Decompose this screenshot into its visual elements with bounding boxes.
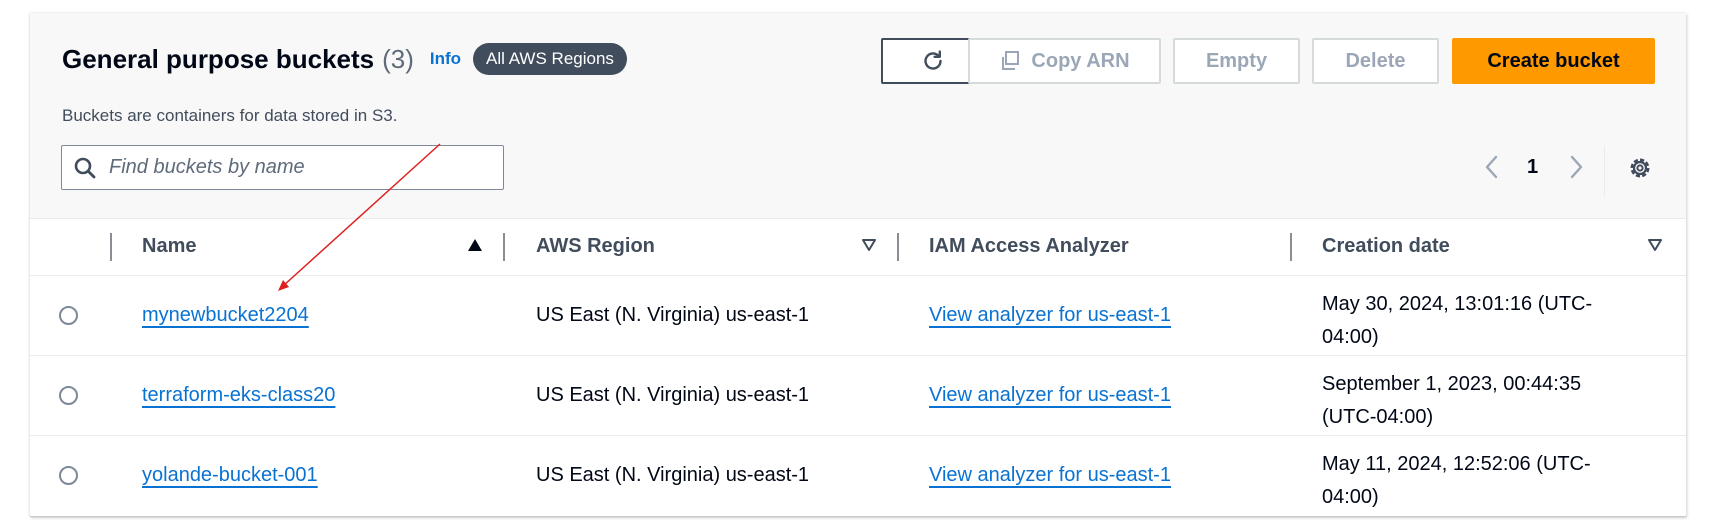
info-link[interactable]: Info [430, 49, 461, 69]
bucket-region: US East (N. Virginia) us-east-1 [536, 384, 810, 406]
page-title: General purpose buckets [62, 43, 375, 74]
column-divider[interactable] [1290, 233, 1292, 261]
next-page-button[interactable] [1566, 152, 1586, 182]
pager-divider [1604, 146, 1605, 196]
bucket-name-link[interactable]: mynewbucket2204 [142, 304, 309, 327]
column-divider[interactable] [897, 233, 899, 261]
creation-date: September 1, 2023, 00:44:35 (UTC-04:00) [1322, 368, 1632, 434]
column-header-creation-date[interactable]: Creation date [1322, 235, 1450, 258]
column-header-name[interactable]: Name [142, 235, 196, 258]
row-select-radio[interactable] [59, 306, 78, 325]
bucket-name-link[interactable]: terraform-eks-class20 [142, 384, 335, 407]
creation-date: May 11, 2024, 12:52:06 (UTC- 04:00) [1322, 448, 1632, 514]
chevron-right-icon [1570, 155, 1583, 179]
settings-gear-icon [1630, 158, 1650, 178]
search-icon [73, 156, 97, 180]
row-select-radio[interactable] [59, 386, 78, 405]
current-page-number[interactable]: 1 [1527, 156, 1538, 179]
delete-label: Delete [1345, 49, 1406, 72]
table-row[interactable]: yolande-bucket-001 US East (N. Virginia)… [30, 435, 1686, 516]
all-regions-badge[interactable]: All AWS Regions [473, 43, 627, 75]
column-header-region[interactable]: AWS Region [536, 235, 655, 258]
bucket-name-link[interactable]: yolande-bucket-001 [142, 464, 318, 487]
chevron-left-icon [1485, 155, 1498, 179]
delete-button[interactable]: Delete [1312, 38, 1439, 84]
copy-icon [999, 50, 1021, 72]
column-header-access-analyzer: IAM Access Analyzer [929, 235, 1129, 257]
creation-date-line: 04:00) [1322, 326, 1379, 348]
table-settings-button[interactable] [1626, 154, 1654, 187]
sort-descending-icon[interactable] [1646, 237, 1664, 253]
create-bucket-button[interactable]: Create bucket [1452, 38, 1655, 84]
creation-date-line: September 1, 2023, 00:44:35 [1322, 373, 1582, 395]
view-analyzer-link[interactable]: View analyzer for us-east-1 [929, 304, 1171, 327]
table-header: Name AWS Region IAM Access Analyzer Crea… [30, 219, 1686, 275]
creation-date-line: May 11, 2024, 12:52:06 (UTC- [1322, 453, 1591, 475]
buckets-panel: General purpose buckets (3) Info All AWS… [30, 13, 1686, 517]
title-row: General purpose buckets (3) Info All AWS… [62, 43, 627, 75]
empty-label: Empty [1205, 49, 1268, 72]
view-analyzer-link[interactable]: View analyzer for us-east-1 [929, 384, 1171, 407]
sort-descending-icon[interactable] [860, 237, 878, 253]
search-box[interactable] [61, 145, 504, 190]
table-row[interactable]: mynewbucket2204 US East (N. Virginia) us… [30, 275, 1686, 356]
copy-arn-label: Copy ARN [1031, 49, 1130, 72]
column-divider[interactable] [503, 233, 505, 261]
column-divider [110, 233, 112, 261]
copy-arn-button[interactable]: Copy ARN [968, 38, 1161, 84]
row-select-radio[interactable] [59, 466, 78, 485]
panel-header: General purpose buckets (3) Info All AWS… [30, 13, 1686, 219]
creation-date: May 30, 2024, 13:01:16 (UTC- 04:00) [1322, 288, 1632, 354]
search-input[interactable] [107, 155, 491, 180]
creation-date-line: 04:00) [1322, 486, 1379, 508]
page-subtitle: Buckets are containers for data stored i… [62, 106, 398, 125]
bucket-region: US East (N. Virginia) us-east-1 [536, 464, 810, 486]
creation-date-line: (UTC-04:00) [1322, 406, 1434, 428]
empty-button[interactable]: Empty [1173, 38, 1300, 84]
creation-date-line: May 30, 2024, 13:01:16 (UTC- [1322, 293, 1593, 315]
bucket-count: (3) [382, 43, 414, 74]
previous-page-button[interactable] [1482, 152, 1502, 182]
sort-ascending-icon[interactable] [466, 237, 484, 253]
view-analyzer-link[interactable]: View analyzer for us-east-1 [929, 464, 1171, 487]
table-row[interactable]: terraform-eks-class20 US East (N. Virgin… [30, 355, 1686, 436]
bucket-region: US East (N. Virginia) us-east-1 [536, 304, 810, 326]
refresh-icon [924, 50, 942, 70]
create-bucket-label: Create bucket [1487, 49, 1620, 72]
